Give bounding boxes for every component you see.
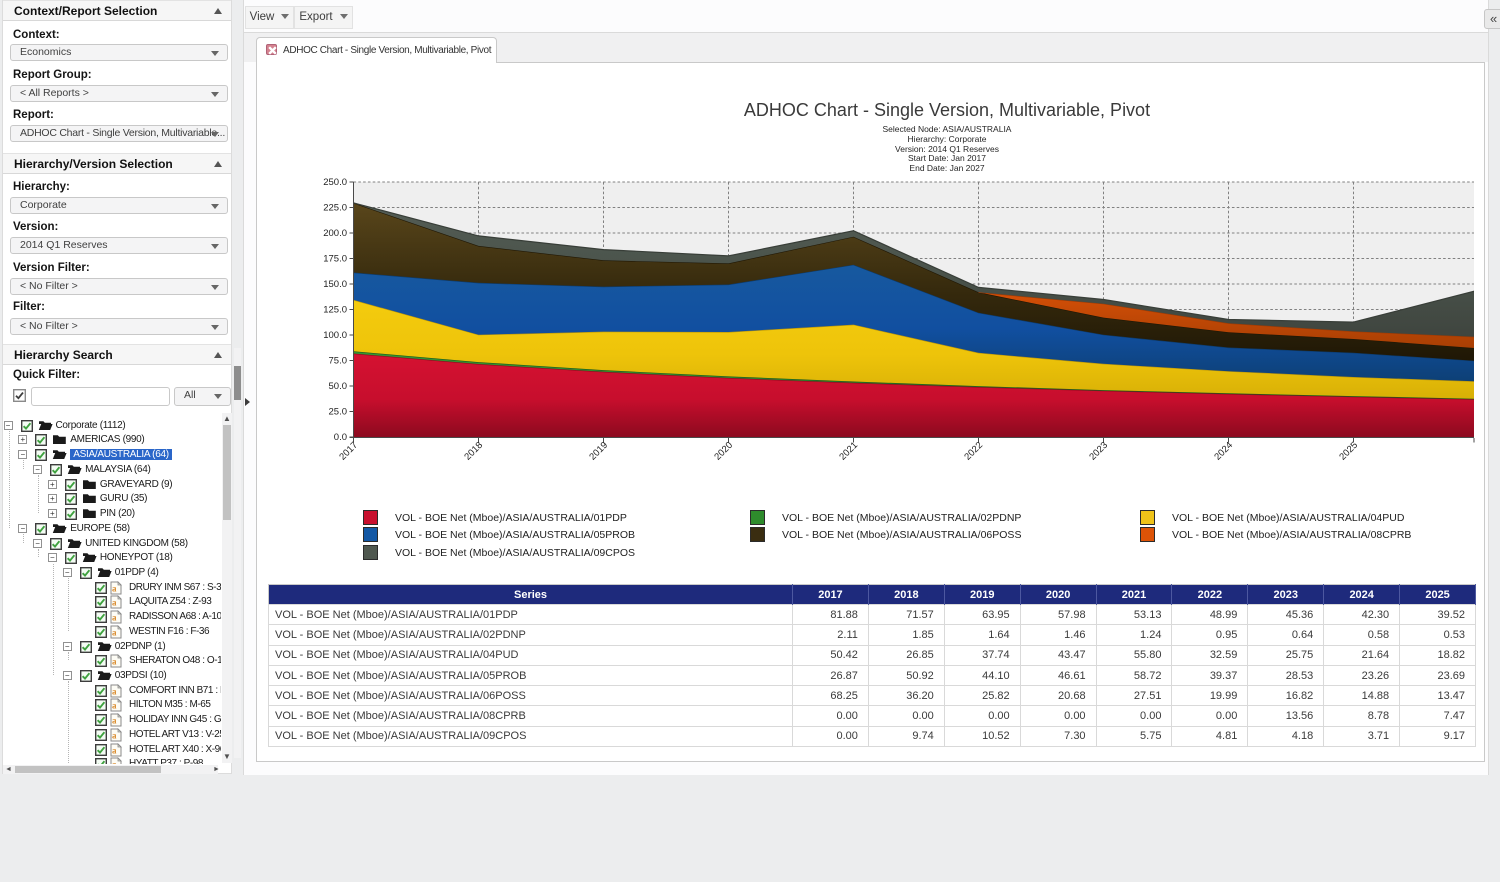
svg-text:2022: 2022 xyxy=(962,440,985,463)
svg-text:0.0: 0.0 xyxy=(334,432,347,443)
svg-text:2018: 2018 xyxy=(462,440,485,463)
svg-text:2023: 2023 xyxy=(1087,440,1110,463)
svg-text:100.0: 100.0 xyxy=(323,330,347,341)
svg-text:2019: 2019 xyxy=(587,440,610,463)
svg-text:2021: 2021 xyxy=(837,440,860,463)
svg-text:2024: 2024 xyxy=(1212,440,1235,463)
svg-text:2020: 2020 xyxy=(712,440,735,463)
svg-text:25.0: 25.0 xyxy=(329,407,348,418)
svg-text:125.0: 125.0 xyxy=(323,305,347,316)
svg-text:150.0: 150.0 xyxy=(323,279,347,290)
svg-text:250.0: 250.0 xyxy=(323,177,347,188)
svg-text:2025: 2025 xyxy=(1337,440,1360,463)
svg-text:200.0: 200.0 xyxy=(323,228,347,239)
svg-text:225.0: 225.0 xyxy=(323,203,347,214)
svg-text:50.0: 50.0 xyxy=(329,381,348,392)
svg-text:175.0: 175.0 xyxy=(323,254,347,265)
svg-text:75.0: 75.0 xyxy=(329,356,348,367)
svg-text:2017: 2017 xyxy=(337,440,360,463)
